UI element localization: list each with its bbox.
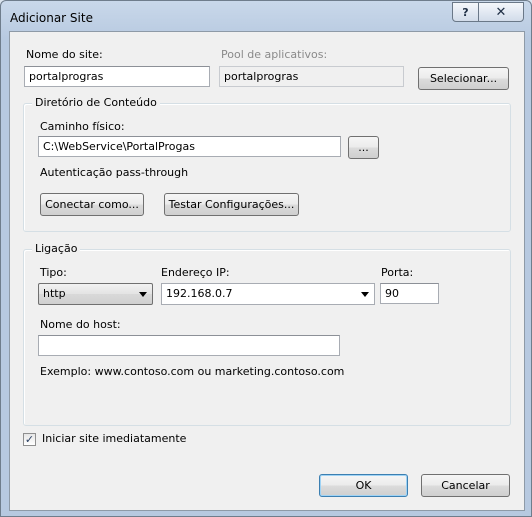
help-button[interactable]: ? — [452, 2, 479, 22]
physical-path-label: Caminho físico: — [40, 120, 125, 133]
select-pool-button[interactable]: Selecionar... — [418, 67, 509, 90]
start-immediately-checkbox[interactable]: ✓ — [23, 433, 36, 446]
type-select-value: http — [43, 287, 66, 300]
title-bar[interactable]: Adicionar Site ? ✕ — [1, 1, 531, 31]
chevron-down-icon — [361, 292, 369, 297]
content-directory-legend: Diretório de Conteúdo — [32, 96, 160, 109]
chevron-down-icon — [139, 292, 147, 297]
app-pool-field: portalprogras — [219, 66, 404, 87]
add-site-dialog: Adicionar Site ? ✕ Nome do site: portalp… — [0, 0, 532, 517]
close-icon: ✕ — [495, 4, 507, 20]
connect-as-button[interactable]: Conectar como... — [40, 193, 144, 216]
site-name-label: Nome do site: — [26, 48, 103, 61]
app-pool-label: Pool de aplicativos: — [221, 48, 328, 61]
host-example-text: Exemplo: www.contoso.com ou marketing.co… — [40, 365, 345, 378]
close-button[interactable]: ✕ — [478, 2, 524, 22]
test-settings-button[interactable]: Testar Configurações... — [164, 193, 299, 216]
window-title: Adicionar Site — [10, 11, 93, 25]
type-label: Tipo: — [40, 266, 67, 279]
browse-path-button[interactable]: ... — [348, 136, 379, 159]
host-name-label: Nome do host: — [40, 318, 121, 331]
ip-address-combo[interactable]: 192.168.0.7 — [161, 283, 375, 305]
type-select[interactable]: http — [38, 283, 153, 305]
dialog-body: Nome do site: portalprogras Pool de apli… — [9, 31, 525, 511]
physical-path-input[interactable]: C:\WebService\PortalProgas — [38, 136, 341, 157]
port-input[interactable]: 90 — [380, 283, 439, 304]
host-name-input[interactable] — [38, 335, 340, 356]
auth-text: Autenticação pass-through — [40, 166, 189, 179]
cancel-button[interactable]: Cancelar — [421, 474, 510, 497]
binding-legend: Ligação — [32, 242, 81, 255]
port-label: Porta: — [381, 266, 414, 279]
checkmark-icon: ✓ — [24, 433, 35, 446]
ip-address-label: Endereço IP: — [161, 266, 230, 279]
ip-address-value: 192.168.0.7 — [166, 287, 233, 300]
start-immediately-label: Iniciar site imediatamente — [42, 432, 187, 445]
help-icon: ? — [462, 5, 469, 19]
site-name-input[interactable]: portalprogras — [24, 66, 210, 87]
ok-button[interactable]: OK — [319, 474, 408, 497]
